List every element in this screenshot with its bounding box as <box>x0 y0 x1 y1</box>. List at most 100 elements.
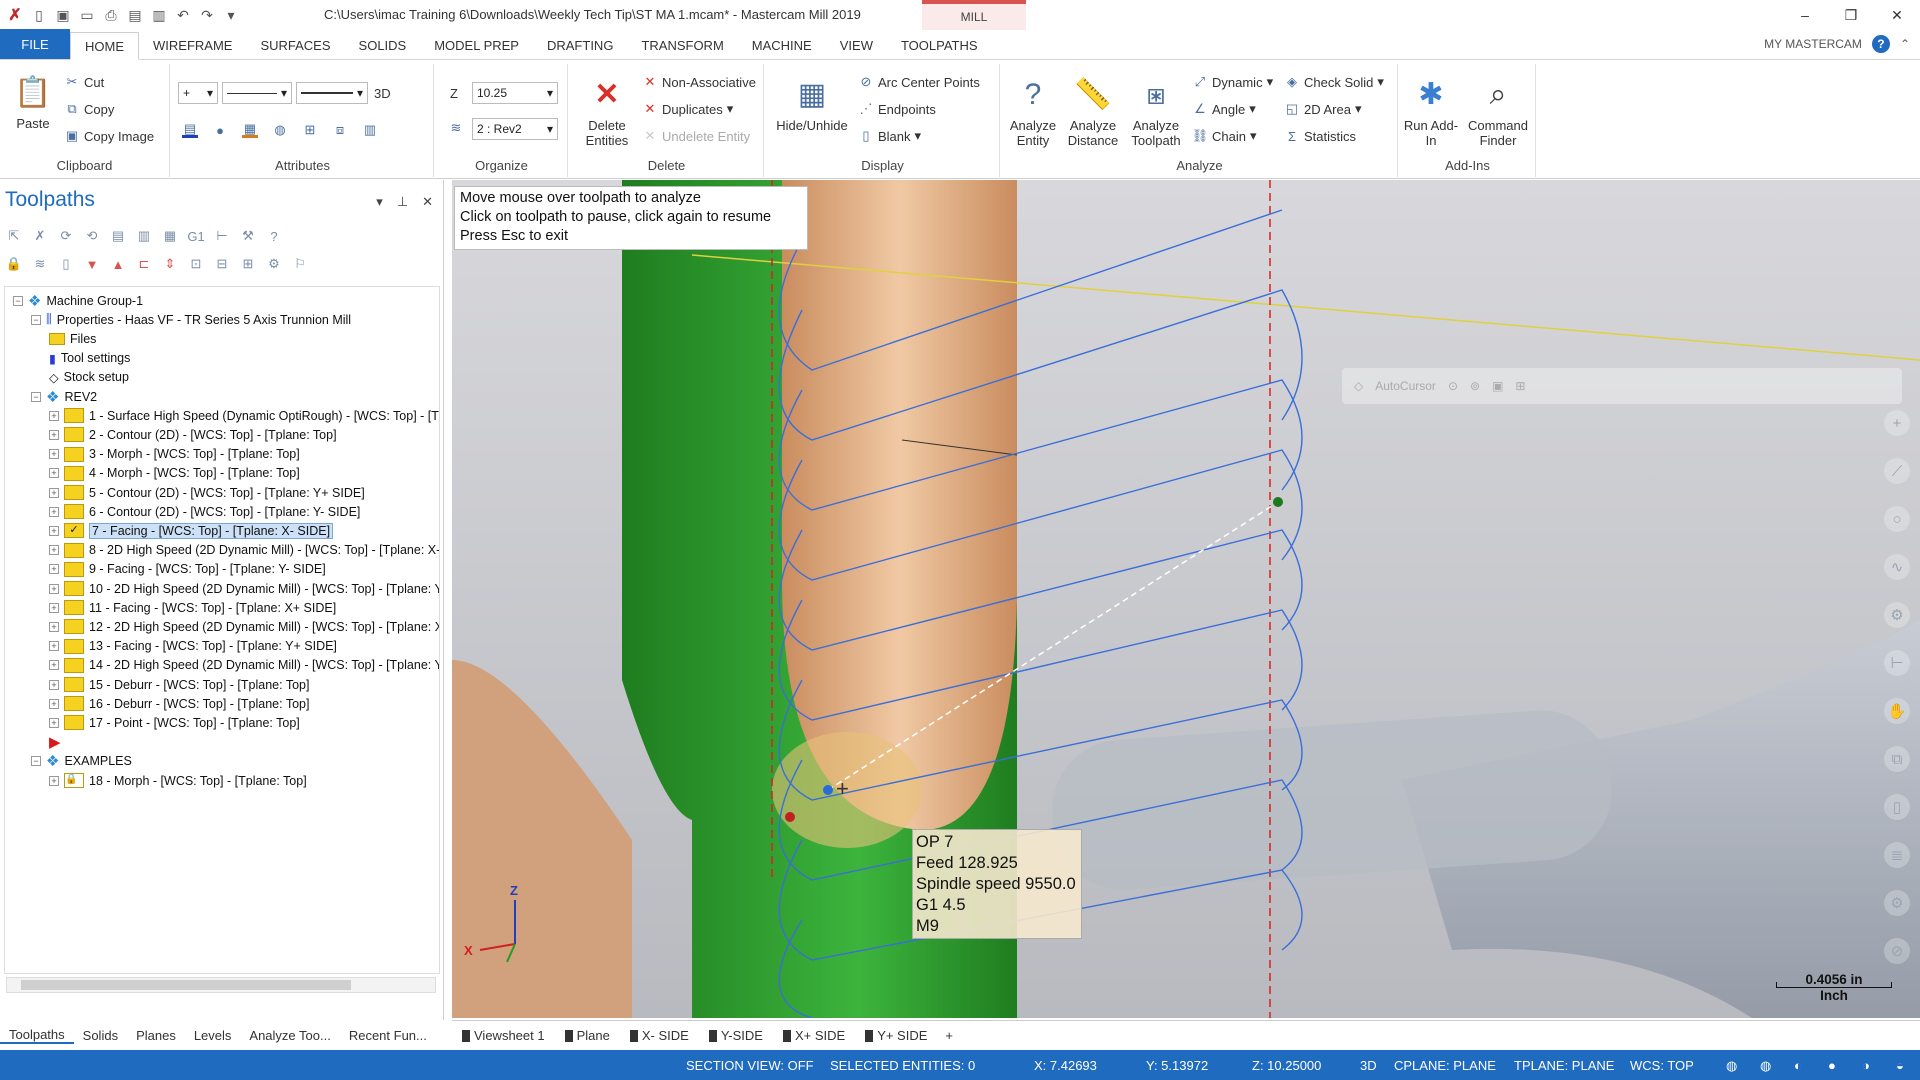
mode-3d[interactable]: 3D <box>374 86 391 101</box>
translucency-icon[interactable]: ◑ <box>1862 1058 1870 1073</box>
wcs-status[interactable]: WCS: TOP <box>1630 1058 1694 1073</box>
save-icon[interactable]: ▣ <box>54 6 72 24</box>
tree-item[interactable]: − ⫼ Properties - Haas VF - TR Series 5 Axi… <box>31 310 351 329</box>
highfeed-icon[interactable]: ⚒ <box>238 226 258 246</box>
operation-item[interactable]: +9 - Facing - [WCS: Top] - [Tplane: Y- S… <box>49 560 326 579</box>
close-button[interactable]: ✕ <box>1874 0 1920 30</box>
autocursor-toolbar[interactable]: ◇ AutoCursor ⊙ ⊚ ▣ ⊞ <box>1342 368 1902 404</box>
help-icon[interactable]: ? <box>1871 35 1890 53</box>
chain-button[interactable]: ⛓ Chain ▾ <box>1192 128 1257 144</box>
g1-icon[interactable]: G1 <box>186 226 206 246</box>
expand-toggle-icon[interactable]: + <box>49 660 59 671</box>
expand-toggle-icon[interactable]: + <box>49 698 59 709</box>
new-file-icon[interactable]: ▯ <box>30 6 48 24</box>
tab-planes-manager[interactable]: Planes <box>127 1028 185 1043</box>
toggle-display-icon[interactable]: ≋ <box>30 254 50 274</box>
z-depth-select[interactable]: 10.25 ▾ <box>472 82 558 104</box>
globe-view2-icon[interactable]: ◍ <box>1760 1058 1771 1074</box>
my-mastercam-link[interactable]: MY MASTERCAM <box>1764 37 1862 51</box>
insert-after-icon[interactable]: ⊏ <box>134 254 154 274</box>
dynamic-button[interactable]: ⤢ Dynamic ▾ <box>1192 74 1273 90</box>
solid-color-icon[interactable]: ▦ <box>242 121 258 138</box>
operation-item[interactable]: +5 - Contour (2D) - [WCS: Top] - [Tplane… <box>49 483 365 502</box>
regen-dirty-icon[interactable]: ⟲ <box>82 226 102 246</box>
statistics-button[interactable]: Σ Statistics <box>1284 128 1356 144</box>
expand-toggle-icon[interactable]: + <box>49 621 59 632</box>
operation-item[interactable]: +13 - Facing - [WCS: Top] - [Tplane: Y+ … <box>49 637 337 656</box>
angle-button[interactable]: ∠ Angle ▾ <box>1192 101 1256 117</box>
line-tool-icon[interactable]: ⟋ <box>1884 458 1910 484</box>
tab-plane[interactable]: Plane <box>555 1028 620 1043</box>
tab-recent-functions[interactable]: Recent Fun... <box>340 1028 436 1043</box>
show-selected-icon[interactable]: ⊡ <box>186 254 206 274</box>
copy-button[interactable]: ⧉ Copy <box>64 101 114 117</box>
operation-item[interactable]: +6 - Contour (2D) - [WCS: Top] - [Tplane… <box>49 502 360 521</box>
expand-toggle-icon[interactable]: + <box>49 583 59 594</box>
expand-toggle-icon[interactable]: + <box>49 775 59 786</box>
section-view-status[interactable]: SECTION VIEW: OFF <box>686 1058 814 1073</box>
verify-icon[interactable]: ▥ <box>134 226 154 246</box>
analyze-entity-button[interactable]: ? Analyze Entity <box>1004 74 1062 148</box>
tab-solids-manager[interactable]: Solids <box>74 1028 127 1043</box>
tab-y-plus-side[interactable]: Y+ SIDE <box>855 1028 937 1043</box>
material-icon[interactable]: ◍ <box>272 122 288 138</box>
operation-item[interactable]: +10 - 2D High Speed (2D Dynamic Mill) - … <box>49 579 439 598</box>
operation-item[interactable]: + 🔒 18 - Morph - [WCS: Top] - [Tplane: Top… <box>49 771 307 790</box>
tree-item[interactable]: − ❖ EXAMPLES <box>31 752 132 771</box>
tree-item[interactable]: ◇ Stock setup <box>49 368 129 387</box>
minimize-button[interactable]: – <box>1782 0 1828 30</box>
operation-item[interactable]: +8 - 2D High Speed (2D Dynamic Mill) - [… <box>49 541 439 560</box>
redo-icon[interactable]: ↷ <box>198 6 216 24</box>
expand-toggle-icon[interactable]: + <box>49 545 59 556</box>
tree-horizontal-scrollbar[interactable] <box>6 977 436 993</box>
operation-item[interactable]: + ✓ 7 - Facing - [WCS: Top] - [Tplane: X- … <box>49 521 334 540</box>
check-solid-button[interactable]: ◈ Check Solid ▾ <box>1284 74 1384 90</box>
blank-button[interactable]: ▯ Blank ▾ <box>858 128 921 144</box>
expand-toggle-icon[interactable]: + <box>49 602 59 613</box>
no-icon[interactable]: ⊘ <box>1884 938 1910 964</box>
select-all-ops-icon[interactable]: ⇱ <box>4 226 24 246</box>
line-width-select[interactable]: ▾ <box>296 82 368 104</box>
move-down-icon[interactable]: ▼ <box>82 254 102 274</box>
expand-toggle-icon[interactable]: + <box>49 449 59 460</box>
hide-all-icon[interactable]: ⊟ <box>212 254 232 274</box>
add-viewsheet-icon[interactable]: + <box>937 1028 961 1043</box>
point-color-icon[interactable]: ● <box>212 122 228 138</box>
wireframe-color-icon[interactable]: ▤ <box>182 121 198 138</box>
undo-icon[interactable]: ↶ <box>174 6 192 24</box>
delete-entities-button[interactable]: ✕ Delete Entities <box>576 74 638 148</box>
operation-item[interactable]: +2 - Contour (2D) - [WCS: Top] - [Tplane… <box>49 425 337 444</box>
cplane-status[interactable]: CPLANE: PLANE <box>1394 1058 1496 1073</box>
merge-icon[interactable]: ▥ <box>150 6 168 24</box>
expand-toggle-icon[interactable]: + <box>49 468 59 479</box>
expand-toggle-icon[interactable]: − <box>13 295 23 306</box>
tab-view[interactable]: VIEW <box>826 31 887 59</box>
tab-drafting[interactable]: DRAFTING <box>533 31 627 59</box>
cut-button[interactable]: ✂ Cut <box>64 74 105 90</box>
expand-toggle-icon[interactable]: − <box>31 391 41 402</box>
shading-icon[interactable]: ◐ <box>1794 1058 1802 1073</box>
scroll-insert-icon[interactable]: ⇕ <box>160 254 180 274</box>
copy-view-icon[interactable]: ⧉ <box>1884 746 1910 772</box>
simulate-icon[interactable]: ▦ <box>160 226 180 246</box>
restore-button[interactable]: ❐ <box>1828 0 1874 30</box>
open-icon[interactable]: ▭ <box>78 6 96 24</box>
tree-item[interactable]: − ❖ REV2 <box>31 387 97 406</box>
post-icon[interactable]: ⊢ <box>212 226 232 246</box>
graphics-viewport[interactable]: + Z X ◇ AutoCursor ⊙ ⊚ ▣ ⊞ + ⟋ ○ ∿ ⚙ ⊢ ✋ ⧉… <box>452 180 1920 1018</box>
tools-icon[interactable]: ⚙ <box>264 254 284 274</box>
analyze-toolpath-button[interactable]: ⧆ Analyze Toolpath <box>1126 74 1186 148</box>
expand-toggle-icon[interactable]: + <box>49 525 59 536</box>
globe-view-icon[interactable]: ◍ <box>1726 1058 1737 1074</box>
expand-toggle-icon[interactable]: + <box>49 679 59 690</box>
zoom-plus-icon[interactable]: + <box>1884 410 1910 436</box>
help-op-icon[interactable]: ? <box>264 226 284 246</box>
lock-icon[interactable]: 🔒 <box>4 254 24 274</box>
grid-icon[interactable]: ▥ <box>362 122 378 138</box>
width-icon[interactable]: ⊢ <box>1884 650 1910 676</box>
clear-colors-icon[interactable]: ⧈ <box>332 122 348 138</box>
tab-model-prep[interactable]: MODEL PREP <box>420 31 533 59</box>
tab-toolpaths-manager[interactable]: Toolpaths <box>0 1027 74 1044</box>
filter-icon[interactable]: ⊞ <box>238 254 258 274</box>
pane-menu-icon[interactable]: ▾ <box>376 194 383 210</box>
